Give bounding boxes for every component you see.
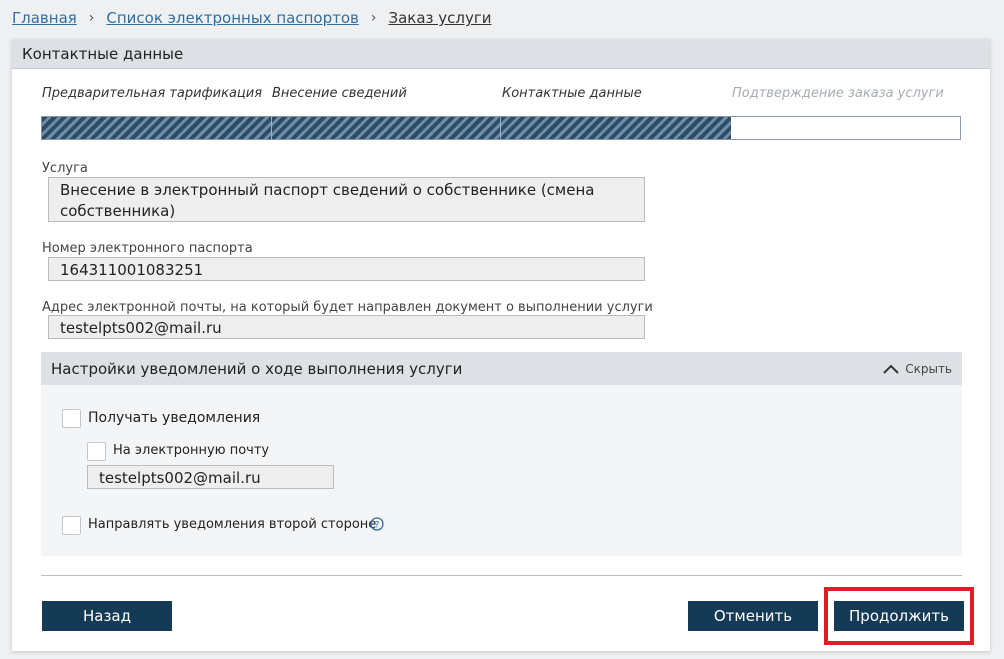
back-button[interactable]: Назад — [42, 601, 172, 631]
notification-settings-header: Настройки уведомлений о ходе выполнения … — [41, 352, 962, 385]
step-label-confirmation: Подтверждение заказа услуги — [732, 86, 944, 101]
continue-button[interactable]: Продолжить — [834, 601, 964, 631]
divider — [41, 575, 962, 576]
step-label-data-entry: Внесение сведений — [272, 86, 407, 101]
email-field: testelpts002@mail.ru — [48, 315, 645, 339]
notification-email-field: testelpts002@mail.ru — [87, 465, 334, 489]
cancel-button[interactable]: Отменить — [688, 601, 818, 631]
hide-section-label: Скрыть — [905, 361, 952, 376]
breadcrumb-passports-link[interactable]: Список электронных паспортов — [106, 9, 358, 27]
contact-data-panel: Контактные данные Предварительная тарифи… — [12, 39, 990, 651]
step-label-tariff: Предварительная тарификация — [42, 86, 263, 101]
passport-number-label: Номер электронного паспорта — [42, 241, 253, 256]
progress-bar — [41, 116, 961, 140]
breadcrumb: Главная › Список электронных паспортов ›… — [12, 7, 491, 29]
email-label: Адрес электронной почты, на который буде… — [42, 300, 653, 315]
passport-number-field: 164311001083251 — [48, 257, 645, 281]
second-party-label: Направлять уведомления второй стороне — [88, 517, 377, 532]
notification-settings-title: Настройки уведомлений о ходе выполнения … — [51, 359, 463, 378]
chevron-right-icon: › — [370, 10, 377, 26]
hide-section-button[interactable]: Скрыть — [883, 362, 952, 376]
service-field: Внесение в электронный паспорт сведений … — [48, 177, 645, 222]
panel-title: Контактные данные — [12, 39, 990, 69]
step-label-contacts: Контактные данные — [502, 86, 642, 101]
second-party-checkbox[interactable] — [62, 516, 81, 535]
receive-notifications-checkbox[interactable] — [62, 409, 81, 428]
email-notification-checkbox[interactable] — [87, 442, 106, 461]
service-label: Услуга — [42, 161, 88, 176]
email-notification-label: На электронную почту — [113, 443, 270, 458]
progress-segment-contacts — [501, 117, 731, 139]
help-icon[interactable]: ? — [370, 517, 384, 531]
chevron-right-icon: › — [88, 10, 95, 26]
chevron-up-icon — [883, 364, 899, 374]
progress-segment-data-entry — [272, 117, 501, 139]
breadcrumb-current: Заказ услуги — [388, 9, 492, 27]
breadcrumb-home-link[interactable]: Главная — [12, 9, 77, 27]
notification-settings-section: Настройки уведомлений о ходе выполнения … — [41, 352, 962, 556]
svg-text:?: ? — [375, 521, 380, 531]
receive-notifications-label: Получать уведомления — [88, 410, 261, 426]
progress-segment-tariff — [42, 117, 272, 139]
